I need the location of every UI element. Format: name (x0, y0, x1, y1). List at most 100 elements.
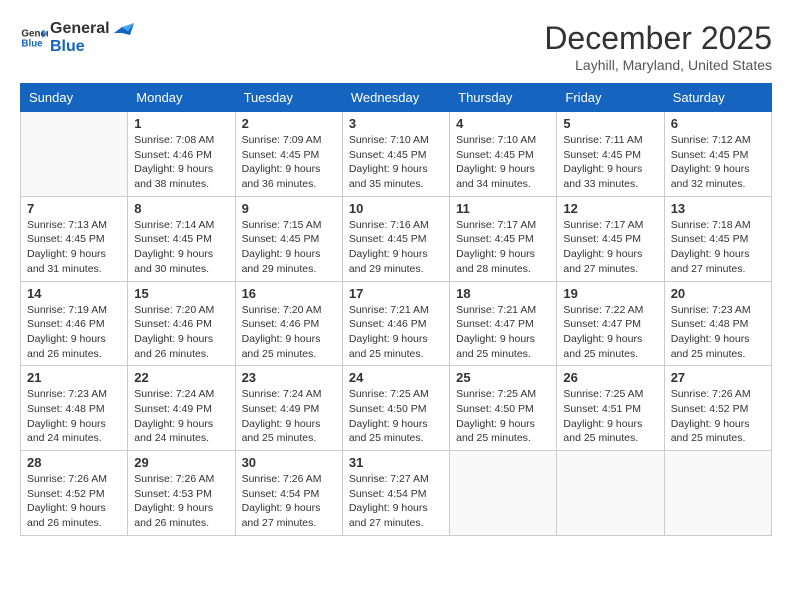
calendar-cell: 8 Sunrise: 7:14 AMSunset: 4:45 PMDaylight… (128, 196, 235, 281)
calendar-table: SundayMondayTuesdayWednesdayThursdayFrid… (20, 83, 772, 536)
day-header-saturday: Saturday (664, 84, 771, 112)
day-info: Sunrise: 7:25 AMSunset: 4:50 PMDaylight:… (456, 387, 550, 446)
day-info: Sunrise: 7:18 AMSunset: 4:45 PMDaylight:… (671, 218, 765, 277)
day-number: 13 (671, 201, 765, 216)
day-header-friday: Friday (557, 84, 664, 112)
calendar-cell: 20Sunrise: 7:23 AMSunset: 4:48 PMDayligh… (664, 281, 771, 366)
day-number: 21 (27, 370, 121, 385)
calendar-cell: 22Sunrise: 7:24 AMSunset: 4:49 PMDayligh… (128, 366, 235, 451)
day-number: 8 (134, 201, 228, 216)
day-number: 30 (242, 455, 336, 470)
day-info: Sunrise: 7:26 AMSunset: 4:52 PMDaylight:… (27, 472, 121, 531)
calendar-cell: 10 Sunrise: 7:16 AMSunset: 4:45 PMDayligh… (342, 196, 449, 281)
day-header-thursday: Thursday (450, 84, 557, 112)
logo: General Blue General Blue (20, 20, 134, 55)
page-header: General Blue General Blue December 2025 … (20, 20, 772, 73)
calendar-cell: 19 Sunrise: 7:22 AMSunset: 4:47 PMDayligh… (557, 281, 664, 366)
calendar-week-3: 21 Sunrise: 7:23 AMSunset: 4:48 PMDayligh… (21, 366, 772, 451)
calendar-cell: 6 Sunrise: 7:12 AMSunset: 4:45 PMDaylight… (664, 112, 771, 197)
day-header-wednesday: Wednesday (342, 84, 449, 112)
day-number: 27 (671, 370, 765, 385)
calendar-cell: 17 Sunrise: 7:21 AMSunset: 4:46 PMDayligh… (342, 281, 449, 366)
day-number: 12 (563, 201, 657, 216)
day-info: Sunrise: 7:19 AMSunset: 4:46 PMDaylight:… (27, 303, 121, 362)
calendar-cell: 12Sunrise: 7:17 AMSunset: 4:45 PMDayligh… (557, 196, 664, 281)
calendar-body: 1Sunrise: 7:08 AMSunset: 4:46 PMDaylight… (21, 112, 772, 536)
calendar-cell: 30 Sunrise: 7:26 AMSunset: 4:54 PMDayligh… (235, 451, 342, 536)
day-header-tuesday: Tuesday (235, 84, 342, 112)
day-info: Sunrise: 7:10 AMSunset: 4:45 PMDaylight:… (456, 133, 550, 192)
calendar-cell: 16 Sunrise: 7:20 AMSunset: 4:46 PMDayligh… (235, 281, 342, 366)
day-header-monday: Monday (128, 84, 235, 112)
calendar-cell: 7Sunrise: 7:13 AMSunset: 4:45 PMDaylight… (21, 196, 128, 281)
day-info: Sunrise: 7:13 AMSunset: 4:45 PMDaylight:… (27, 218, 121, 277)
day-info: Sunrise: 7:17 AMSunset: 4:45 PMDaylight:… (456, 218, 550, 277)
day-number: 2 (242, 116, 336, 131)
logo-line1: General (50, 20, 110, 38)
calendar-cell: 28 Sunrise: 7:26 AMSunset: 4:52 PMDayligh… (21, 451, 128, 536)
calendar-cell: 27 Sunrise: 7:26 AMSunset: 4:52 PMDayligh… (664, 366, 771, 451)
day-info: Sunrise: 7:26 AMSunset: 4:52 PMDaylight:… (671, 387, 765, 446)
days-header-row: SundayMondayTuesdayWednesdayThursdayFrid… (21, 84, 772, 112)
day-number: 31 (349, 455, 443, 470)
day-number: 9 (242, 201, 336, 216)
calendar-cell: 23 Sunrise: 7:24 AMSunset: 4:49 PMDayligh… (235, 366, 342, 451)
day-number: 26 (563, 370, 657, 385)
day-number: 14 (27, 286, 121, 301)
logo-line2: Blue (50, 38, 110, 56)
calendar-cell (450, 451, 557, 536)
day-header-sunday: Sunday (21, 84, 128, 112)
calendar-cell: 18Sunrise: 7:21 AMSunset: 4:47 PMDayligh… (450, 281, 557, 366)
logo-bird-icon (114, 23, 134, 43)
day-info: Sunrise: 7:09 AMSunset: 4:45 PMDaylight:… (242, 133, 336, 192)
calendar-cell: 3 Sunrise: 7:10 AMSunset: 4:45 PMDaylight… (342, 112, 449, 197)
day-number: 6 (671, 116, 765, 131)
calendar-week-4: 28 Sunrise: 7:26 AMSunset: 4:52 PMDayligh… (21, 451, 772, 536)
day-info: Sunrise: 7:21 AMSunset: 4:46 PMDaylight:… (349, 303, 443, 362)
calendar-cell: 11 Sunrise: 7:17 AMSunset: 4:45 PMDayligh… (450, 196, 557, 281)
day-info: Sunrise: 7:14 AMSunset: 4:45 PMDaylight:… (134, 218, 228, 277)
day-info: Sunrise: 7:26 AMSunset: 4:54 PMDaylight:… (242, 472, 336, 531)
calendar-cell: 26Sunrise: 7:25 AMSunset: 4:51 PMDayligh… (557, 366, 664, 451)
calendar-cell: 9 Sunrise: 7:15 AMSunset: 4:45 PMDaylight… (235, 196, 342, 281)
day-info: Sunrise: 7:23 AMSunset: 4:48 PMDaylight:… (27, 387, 121, 446)
day-info: Sunrise: 7:27 AMSunset: 4:54 PMDaylight:… (349, 472, 443, 531)
calendar-cell: 2 Sunrise: 7:09 AMSunset: 4:45 PMDaylight… (235, 112, 342, 197)
day-number: 25 (456, 370, 550, 385)
calendar-cell (557, 451, 664, 536)
day-info: Sunrise: 7:12 AMSunset: 4:45 PMDaylight:… (671, 133, 765, 192)
title-block: December 2025 Layhill, Maryland, United … (544, 20, 772, 73)
day-number: 11 (456, 201, 550, 216)
calendar-cell: 1Sunrise: 7:08 AMSunset: 4:46 PMDaylight… (128, 112, 235, 197)
day-number: 23 (242, 370, 336, 385)
day-number: 29 (134, 455, 228, 470)
calendar-cell (664, 451, 771, 536)
day-number: 15 (134, 286, 228, 301)
day-info: Sunrise: 7:22 AMSunset: 4:47 PMDaylight:… (563, 303, 657, 362)
day-info: Sunrise: 7:16 AMSunset: 4:45 PMDaylight:… (349, 218, 443, 277)
day-info: Sunrise: 7:15 AMSunset: 4:45 PMDaylight:… (242, 218, 336, 277)
svg-text:Blue: Blue (21, 38, 43, 49)
day-number: 18 (456, 286, 550, 301)
day-number: 28 (27, 455, 121, 470)
calendar-cell: 4Sunrise: 7:10 AMSunset: 4:45 PMDaylight… (450, 112, 557, 197)
day-number: 19 (563, 286, 657, 301)
day-info: Sunrise: 7:24 AMSunset: 4:49 PMDaylight:… (134, 387, 228, 446)
calendar-cell: 14 Sunrise: 7:19 AMSunset: 4:46 PMDayligh… (21, 281, 128, 366)
day-number: 10 (349, 201, 443, 216)
calendar-week-1: 7Sunrise: 7:13 AMSunset: 4:45 PMDaylight… (21, 196, 772, 281)
day-info: Sunrise: 7:26 AMSunset: 4:53 PMDaylight:… (134, 472, 228, 531)
day-info: Sunrise: 7:10 AMSunset: 4:45 PMDaylight:… (349, 133, 443, 192)
day-number: 16 (242, 286, 336, 301)
day-info: Sunrise: 7:20 AMSunset: 4:46 PMDaylight:… (242, 303, 336, 362)
calendar-cell: 13 Sunrise: 7:18 AMSunset: 4:45 PMDayligh… (664, 196, 771, 281)
day-number: 17 (349, 286, 443, 301)
month-title: December 2025 (544, 20, 772, 57)
logo-icon: General Blue (20, 24, 48, 52)
day-info: Sunrise: 7:24 AMSunset: 4:49 PMDaylight:… (242, 387, 336, 446)
day-info: Sunrise: 7:20 AMSunset: 4:46 PMDaylight:… (134, 303, 228, 362)
day-number: 3 (349, 116, 443, 131)
day-number: 20 (671, 286, 765, 301)
calendar-cell: 24Sunrise: 7:25 AMSunset: 4:50 PMDayligh… (342, 366, 449, 451)
location: Layhill, Maryland, United States (544, 57, 772, 73)
